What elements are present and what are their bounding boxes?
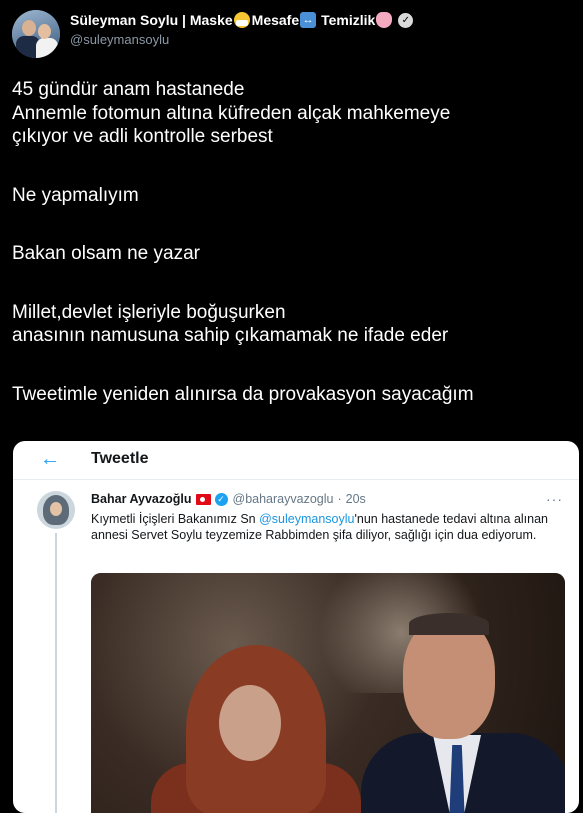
turkey-flag-icon (195, 493, 211, 505)
quoted-tweet-photo[interactable] (91, 573, 565, 813)
quoted-author-avatar[interactable] (37, 491, 75, 529)
quoted-mention-link[interactable]: @suleymansoylu (259, 512, 354, 526)
embed-header: ← Tweetle (13, 441, 579, 480)
quoted-author-handle[interactable]: @baharayvazoglu (233, 492, 334, 506)
left-right-arrow-emoji: ↔ (300, 12, 317, 28)
embedded-screenshot[interactable]: ← Tweetle Bahar Ayvazoğlu ✓ @baharayvazo… (13, 441, 579, 813)
more-options-icon[interactable]: ··· (546, 491, 563, 507)
quoted-tweet-text: Kıymetli İçişleri Bakanımız Sn @suleyman… (91, 511, 565, 543)
tweet-line: 45 gündür anam hastanede (12, 79, 245, 100)
embed-title: Tweetle (91, 450, 149, 467)
verified-badge-icon: ✓ (398, 12, 414, 28)
author-name-part-3: Temizlik (321, 12, 376, 28)
soap-emoji (376, 12, 393, 28)
tweet-line: Millet,devlet işleriyle boğuşurken (12, 301, 286, 323)
quoted-text-start: Kıymetli İçişleri Bakanımız Sn (91, 512, 260, 526)
author-handle[interactable]: @suleymansoylu (70, 32, 169, 47)
quoted-author-name[interactable]: Bahar Ayvazoğlu (91, 492, 192, 506)
author-name[interactable]: Süleyman Soylu | Maske Mesafe ↔ Temizlik… (70, 12, 414, 28)
thread-line (55, 533, 57, 813)
meta-separator: · (337, 492, 342, 506)
tweet-line: anasının namusuna sahip çıkamamak ne ifa… (12, 325, 449, 346)
author-avatar[interactable] (12, 10, 60, 58)
tweet-line: Ne yapmalıyım (12, 184, 139, 206)
author-name-part-1: Süleyman Soylu | Maske (70, 12, 233, 28)
author-name-part-2: Mesafe (251, 12, 300, 28)
tweet-line: çıkıyor ve adli kontrolle serbest (12, 126, 273, 147)
face-with-mask-emoji (233, 12, 250, 28)
tweet-line: Bakan olsam ne yazar (12, 243, 200, 264)
quoted-author-row: Bahar Ayvazoğlu ✓ @baharayvazoglu · 20s (91, 492, 366, 506)
tweet-line: Tweetimle yeniden alınırsa da provakasyo… (12, 383, 474, 405)
quoted-timestamp[interactable]: 20s (346, 492, 366, 506)
back-arrow-icon[interactable]: ← (40, 449, 60, 469)
tweet-body: 45 gündür anam hastanede Annemle fotomun… (12, 78, 572, 406)
verified-badge-icon: ✓ (214, 492, 228, 506)
tweet-line: Annemle fotomun altına küfreden alçak ma… (12, 102, 451, 124)
tweet-header: Süleyman Soylu | Maske Mesafe ↔ Temizlik… (12, 8, 572, 58)
